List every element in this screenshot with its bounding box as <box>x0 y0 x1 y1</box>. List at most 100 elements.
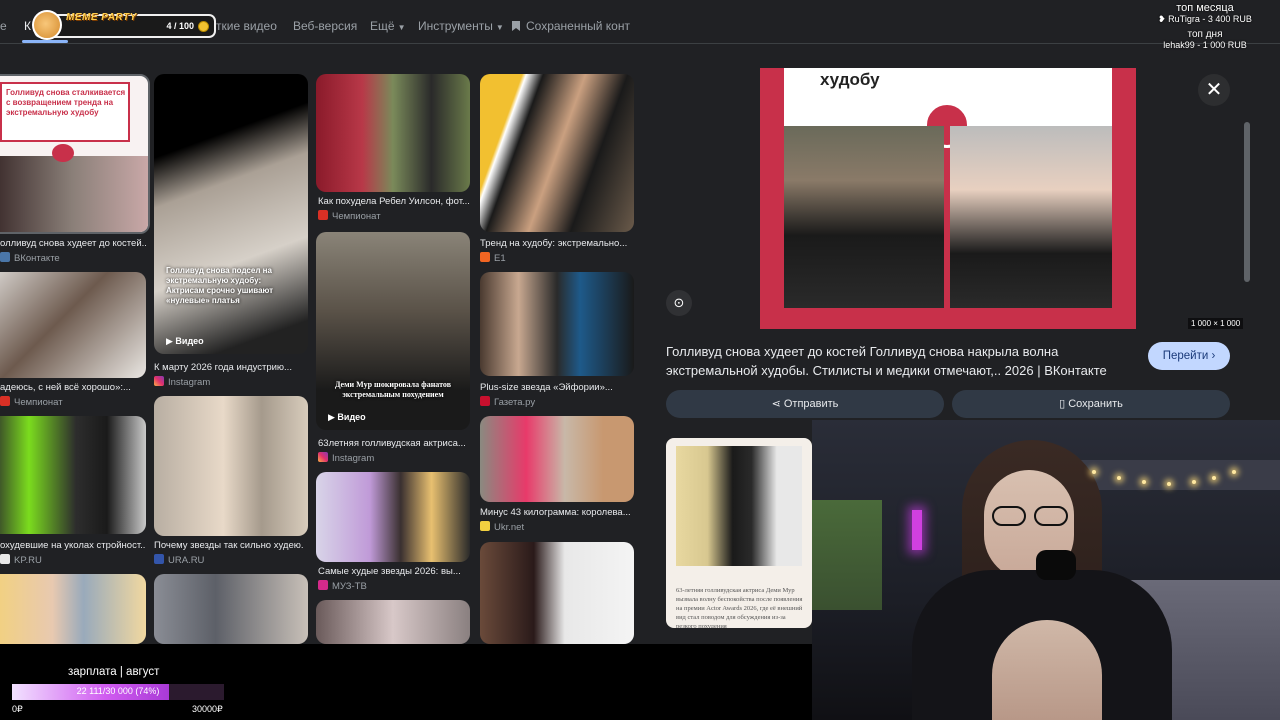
share-button[interactable]: ⋖ Отправить <box>666 390 944 418</box>
tab-saved-label: Сохраненный конт <box>526 19 630 33</box>
rgb-light <box>912 510 922 550</box>
image-source-text: Instagram <box>332 453 375 464</box>
tab-partial-left[interactable]: е <box>0 19 7 33</box>
top-month-label: топ месяца <box>1176 2 1234 14</box>
salary-title: зарплата | август <box>68 666 160 678</box>
image-result-thumb[interactable] <box>480 416 634 502</box>
thumb-headline: Голливуд снова подсел на экстремальную х… <box>166 266 274 305</box>
image-caption[interactable]: олливуд снова худеет до костей... <box>0 238 146 249</box>
image-source-text: URA.RU <box>168 555 205 566</box>
image-source[interactable]: URA.RU <box>154 554 204 566</box>
image-result-thumb[interactable] <box>480 74 634 232</box>
image-source[interactable]: Газета.ру <box>480 396 535 408</box>
image-caption[interactable]: охудевшие на уколах стройност... <box>0 540 146 551</box>
image-source-text: МУЗ-ТВ <box>332 581 367 592</box>
image-result-thumb[interactable] <box>154 574 308 644</box>
image-source-text: Ukr.net <box>494 522 525 533</box>
image-result-thumb[interactable]: Деми Мур шокировала фанатов экстремальны… <box>316 232 470 430</box>
image-source[interactable]: Ukr.net <box>480 521 524 533</box>
salary-progress-text: 22 111/30 000 (74%) <box>76 686 160 696</box>
screen: е К ткие видео Веб-версия Ещё ▼ Инструмен… <box>0 0 1280 720</box>
thumb-headline: Деми Мур шокировала фанатов экстремальны… <box>334 380 452 399</box>
ura-icon <box>154 554 164 564</box>
related-image-card[interactable]: 63-летняя голливудская актриса Деми Мур … <box>666 438 812 628</box>
image-result-thumb[interactable] <box>480 542 634 644</box>
image-result-thumb[interactable] <box>316 74 470 192</box>
image-result-thumb[interactable] <box>480 272 634 376</box>
salary-goal-widget: зарплата | август 22 111/30 000 (74%) 0₽… <box>0 644 812 720</box>
image-result-thumb[interactable]: Голливуд снова сталкивается с возвращени… <box>0 74 150 234</box>
image-caption[interactable]: Plus-size звезда «Эйфории»... <box>480 382 630 393</box>
light-bulb <box>1192 480 1196 484</box>
image-caption[interactable]: Тренд на худобу: экстремально... <box>480 238 630 249</box>
video-badge-label: Видео <box>337 412 366 422</box>
tab-tools-label: Инструменты <box>418 19 493 33</box>
image-source[interactable]: ВКонтакте <box>0 252 60 264</box>
tab-short-videos[interactable]: ткие видео <box>216 19 277 33</box>
image-source[interactable]: KP.RU <box>0 554 42 566</box>
ukr-net-icon <box>480 521 490 531</box>
video-badge: ▶ Видео <box>328 412 366 422</box>
emblem-icon <box>52 144 74 162</box>
image-source-text: Чемпионат <box>332 211 381 222</box>
google-lens-icon[interactable]: ⊙ <box>666 290 692 316</box>
light-bulb <box>1167 482 1171 486</box>
image-result-thumb[interactable]: Голливуд снова подсел на экстремальную х… <box>154 74 308 354</box>
image-caption[interactable]: К марту 2026 года индустрию... <box>154 362 304 373</box>
image-result-thumb[interactable] <box>154 396 308 536</box>
share-button-label: Отправить <box>783 398 839 410</box>
visit-button[interactable]: Перейти › <box>1148 342 1230 370</box>
image-caption[interactable]: Минус 43 килограмма: королева... <box>480 507 630 518</box>
image-source[interactable]: E1 <box>480 252 506 264</box>
image-source-text: ВКонтакте <box>14 253 60 264</box>
bookmark-icon <box>512 21 520 31</box>
image-source[interactable]: Чемпионат <box>0 396 63 408</box>
light-bulb <box>1232 470 1236 474</box>
image-source[interactable]: Instagram <box>318 452 374 464</box>
image-source[interactable]: Instagram <box>154 376 210 388</box>
tab-more[interactable]: Ещё ▼ <box>370 19 405 33</box>
image-source[interactable]: МУЗ-ТВ <box>318 580 367 592</box>
tab-tools[interactable]: Инструменты ▼ <box>418 19 504 33</box>
chevron-right-icon: › <box>1211 350 1216 362</box>
image-source[interactable]: Чемпионат <box>318 210 381 222</box>
tab-images[interactable]: К <box>24 19 31 33</box>
image-caption[interactable]: Почему звезды так сильно худею... <box>154 540 304 551</box>
preview-title[interactable]: Голливуд снова худеет до костей Голливуд… <box>666 342 1136 380</box>
vk-icon <box>0 252 10 262</box>
top-month-value: ❥ RuTigra - 3 400 RUB <box>1130 14 1280 25</box>
tab-more-label: Ещё <box>370 19 395 33</box>
tab-saved[interactable]: Сохраненный конт <box>512 19 630 33</box>
visit-button-label: Перейти <box>1162 350 1209 362</box>
string-lights <box>912 460 1236 490</box>
image-result-thumb[interactable] <box>316 472 470 562</box>
meme-party-widget: MEME PARTY 4 / 100 <box>32 10 216 40</box>
glasses-right <box>1034 506 1068 526</box>
image-dimensions: 1 000 × 1 000 <box>1188 318 1244 329</box>
image-caption[interactable]: Самые худые звезды 2026: вы... <box>318 566 470 577</box>
doge-icon <box>32 10 62 40</box>
image-caption[interactable]: 63летняя голливудская актриса... <box>318 438 470 449</box>
close-icon[interactable]: ✕ <box>1198 74 1230 106</box>
scrollbar-thumb[interactable] <box>1244 122 1250 282</box>
image-caption[interactable]: адеюсь, с ней всё хорошо»:... <box>0 382 146 393</box>
related-image <box>676 446 802 566</box>
light-bulb <box>1212 476 1216 480</box>
tab-web[interactable]: Веб-версия <box>293 19 357 33</box>
image-result-thumb[interactable] <box>0 272 146 378</box>
image-result-thumb[interactable] <box>316 600 470 644</box>
save-button[interactable]: ▯ Сохранить <box>952 390 1230 418</box>
image-caption[interactable]: Как похудела Ребел Уилсон, фот... <box>318 196 470 207</box>
instagram-icon <box>154 376 164 386</box>
preview-image[interactable]: худобу <box>760 68 1136 329</box>
championat-icon <box>318 210 328 220</box>
image-result-thumb[interactable] <box>0 416 146 534</box>
gazeta-icon <box>480 396 490 406</box>
thumb-headline: Голливуд снова сталкивается с возвращени… <box>6 88 126 117</box>
image-source-text: Газета.ру <box>494 397 536 408</box>
e1-icon <box>480 252 490 262</box>
image-result-thumb[interactable] <box>0 574 146 644</box>
share-icon: ⋖ <box>771 398 784 410</box>
chevron-down-icon: ▼ <box>397 23 406 32</box>
video-badge-label: Видео <box>175 336 204 346</box>
